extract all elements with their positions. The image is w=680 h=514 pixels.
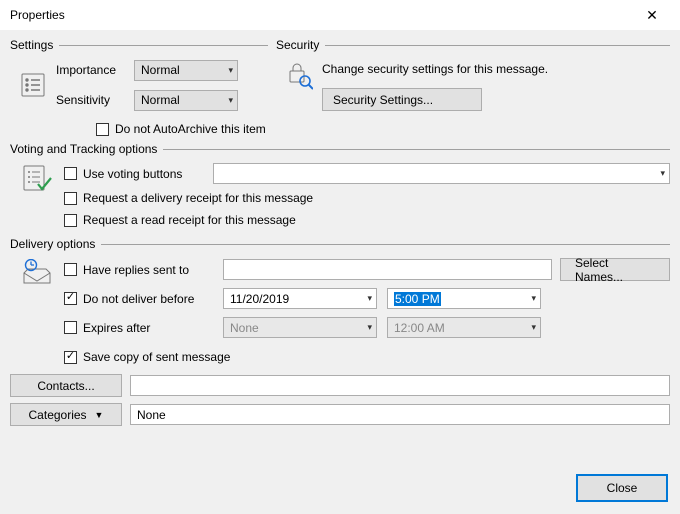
select-names-label: Select Names... (575, 256, 655, 284)
chevron-down-icon: ▾ (367, 293, 372, 304)
chevron-down-icon: ▾ (531, 322, 536, 333)
use-voting-checkbox[interactable] (64, 167, 77, 180)
save-copy-label: Save copy of sent message (83, 350, 230, 364)
deliver-before-time-value: 5:00 PM (394, 292, 441, 306)
read-receipt-checkbox[interactable] (64, 214, 77, 227)
deliver-before-checkbox[interactable] (64, 292, 77, 305)
deliver-before-label: Do not deliver before (83, 292, 223, 306)
properties-icon (20, 72, 46, 98)
title-bar: Properties ✕ (0, 0, 680, 30)
importance-value: Normal (141, 63, 180, 77)
sensitivity-dropdown[interactable]: Normal ▾ (134, 90, 238, 111)
sensitivity-value: Normal (141, 93, 180, 107)
contacts-input[interactable] (130, 375, 670, 396)
categories-input[interactable]: None (130, 404, 670, 425)
autoarchive-label: Do not AutoArchive this item (115, 122, 266, 136)
expires-time-value: 12:00 AM (394, 321, 445, 335)
security-description: Change security settings for this messag… (322, 58, 670, 80)
deliver-before-date-dropdown[interactable]: 11/20/2019 ▾ (223, 288, 377, 309)
settings-legend: Settings (10, 38, 53, 52)
deliver-before-date-value: 11/20/2019 (230, 292, 289, 306)
delivery-icon (21, 259, 53, 287)
chevron-down-icon: ▾ (531, 293, 536, 304)
contacts-button[interactable]: Contacts... (10, 374, 122, 397)
chevron-down-icon: ▾ (367, 322, 372, 333)
categories-button[interactable]: Categories ▼ (10, 403, 122, 426)
categories-value: None (137, 408, 166, 422)
deliver-before-time-dropdown[interactable]: 5:00 PM ▾ (387, 288, 541, 309)
chevron-down-icon: ▾ (660, 168, 665, 179)
chevron-down-icon: ▼ (95, 410, 104, 420)
have-replies-checkbox[interactable] (64, 263, 77, 276)
delivery-receipt-label: Request a delivery receipt for this mess… (83, 191, 313, 205)
expires-time-dropdown[interactable]: 12:00 AM ▾ (387, 317, 541, 338)
voting-icon (22, 164, 52, 194)
categories-label: Categories (29, 408, 87, 422)
save-copy-checkbox[interactable] (64, 351, 77, 364)
security-settings-button[interactable]: Security Settings... (322, 88, 482, 111)
importance-dropdown[interactable]: Normal ▾ (134, 60, 238, 81)
close-button[interactable]: Close (576, 474, 668, 502)
expires-label: Expires after (83, 321, 223, 335)
security-settings-label: Security Settings... (333, 93, 433, 107)
window-title: Properties (10, 8, 632, 22)
use-voting-label: Use voting buttons (83, 167, 213, 181)
lock-search-icon (285, 60, 313, 90)
close-icon: ✕ (646, 7, 658, 24)
window-close-button[interactable]: ✕ (632, 0, 672, 30)
read-receipt-label: Request a read receipt for this message (83, 213, 296, 227)
chevron-down-icon: ▾ (228, 65, 233, 76)
voting-buttons-dropdown[interactable]: ▾ (213, 163, 670, 184)
have-replies-label: Have replies sent to (83, 263, 223, 277)
security-legend: Security (276, 38, 319, 52)
select-names-button[interactable]: Select Names... (560, 258, 670, 281)
autoarchive-checkbox[interactable] (96, 123, 109, 136)
importance-label: Importance (56, 63, 134, 77)
expires-checkbox[interactable] (64, 321, 77, 334)
sensitivity-label: Sensitivity (56, 93, 134, 107)
expires-date-value: None (230, 321, 259, 335)
expires-date-dropdown[interactable]: None ▾ (223, 317, 377, 338)
delivery-legend: Delivery options (10, 237, 95, 251)
close-button-label: Close (607, 481, 638, 495)
voting-legend: Voting and Tracking options (10, 142, 157, 156)
chevron-down-icon: ▾ (228, 95, 233, 106)
have-replies-input[interactable] (223, 259, 552, 280)
delivery-receipt-checkbox[interactable] (64, 192, 77, 205)
contacts-label: Contacts... (37, 379, 94, 393)
